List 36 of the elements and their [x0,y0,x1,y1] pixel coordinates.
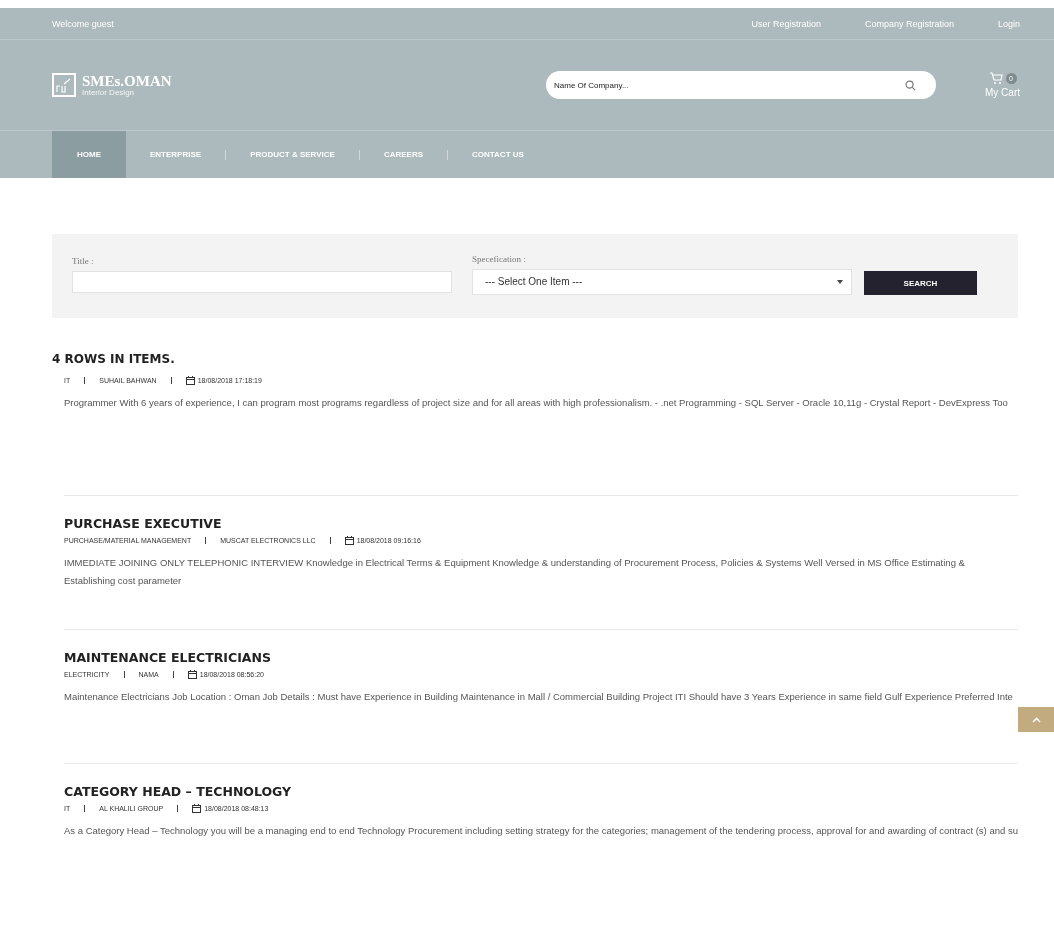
welcome-text: Welcome guest [52,18,114,29]
nav-tab[interactable]: CAREERS [359,131,447,178]
nav-tab[interactable]: ENTERPRISE [126,131,226,178]
calendar-icon [187,670,197,679]
job-title[interactable]: CATEGORY HEAD – TECHNOLOGY [64,784,1018,799]
top-link[interactable]: Company Registration [864,18,954,29]
logo-icon [52,73,76,97]
nav-tab[interactable]: CONTACT US [448,131,548,178]
back-to-top-button[interactable] [1018,707,1054,732]
job-description: As a Category Head – Technology you will be a managing end to end Technology Procurement including setting strategy for the categories; management of the tendering process, approval for and awarding of contract (s) and su [64,824,1018,838]
company-search-field[interactable]: Name Of Company... [546,71,936,99]
logo-name: SMEs.OMAN [82,73,172,89]
calendar-icon [344,536,354,545]
search-button[interactable]: SEARCH [864,271,977,295]
caret-icon [837,279,843,284]
nav-tab[interactable]: PRODUCT & SERVICE [226,131,359,178]
job-description: Programmer With 6 years of experience, I can program most programs regardless of project size and for all areas with high professionalism. - .net Programming - SQL Server - Oracle 10,11g - Crystal Report - DevExpress Too [64,396,1009,410]
job-title[interactable]: PURCHASE EXECUTIVE [64,516,1018,531]
calendar-icon [185,376,195,385]
calendar-icon [192,804,202,813]
top-link[interactable]: Login [997,18,1020,29]
job-description: IMMEDIATE JOINING ONLY TELEPHONIC INTERVIEW Knowledge in Electrical Terms & Equipment Knowledge & understanding of Procurement Process, Policies & Systems Well Versed in MS Office Estimating & Establishing cost parameter [64,556,966,588]
logo-tagline: Interior Design [82,88,136,97]
top-link[interactable]: User Registration [751,18,821,29]
job-description: Maintenance Electricians Job Location : Oman Job Details : Must have Experience in Building Maintenance in Mall / Commercial Building Project ITI Should have 3 Years Experience in same field Gulf Experience Preferred Inte [64,690,1014,704]
results-heading: 4 ROWS IN ITEMS. [52,352,176,366]
search-icon [905,80,916,91]
cart-link[interactable]: My Cart [985,87,1020,98]
chevron-up-icon [1031,716,1041,723]
title-label: Title : [72,255,95,266]
specification-label: Specefication : [472,253,527,264]
nav-tab[interactable]: HOME [52,131,126,178]
title-input-field[interactable] [72,270,452,293]
cart-icon[interactable] [988,72,1003,85]
job-title[interactable]: MAINTENANCE ELECTRICIANS [64,650,1018,665]
specification-dropdown[interactable]: --- Select One Item --- [472,268,852,295]
